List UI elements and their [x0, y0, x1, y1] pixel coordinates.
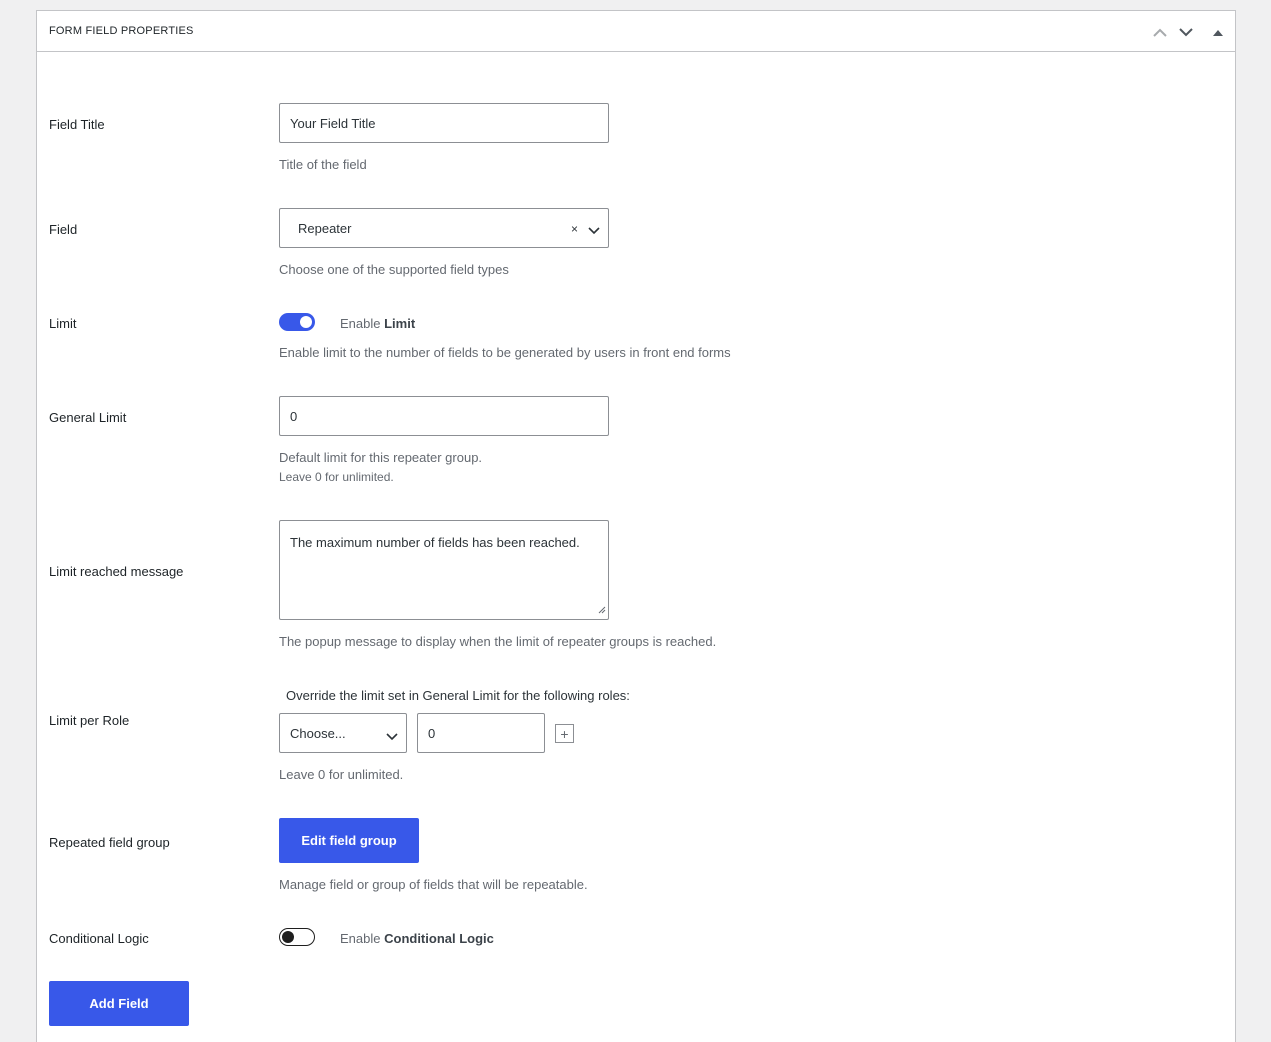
plus-icon: + [560, 725, 569, 742]
limit-message-value: The maximum number of fields has been re… [290, 535, 580, 550]
field-title-label: Field Title [49, 117, 105, 132]
general-limit-label: General Limit [49, 410, 127, 425]
field-type-select[interactable]: Repeater × [279, 208, 609, 248]
chevron-down-icon [386, 729, 398, 744]
conditional-logic-toggle[interactable] [279, 928, 315, 946]
role-select[interactable]: Choose... [279, 713, 407, 753]
field-type-description: Choose one of the supported field types [279, 262, 509, 277]
field-title-description: Title of the field [279, 157, 367, 172]
field-title-input[interactable]: Your Field Title [279, 103, 609, 143]
toggle-knob [282, 931, 294, 943]
limit-toggle[interactable] [279, 313, 315, 331]
repeated-group-label: Repeated field group [49, 835, 170, 850]
repeated-group-description: Manage field or group of fields that wil… [279, 877, 588, 892]
panel-header: FORM FIELD PROPERTIES [37, 11, 1235, 52]
general-limit-note: Leave 0 for unlimited. [279, 470, 394, 484]
limit-toggle-label: Enable Limit [340, 316, 416, 331]
clear-icon[interactable]: × [571, 222, 578, 236]
edit-field-group-button[interactable]: Edit field group [279, 818, 419, 863]
role-limit-input[interactable]: 0 [417, 713, 545, 753]
limit-per-role-note: Leave 0 for unlimited. [279, 767, 404, 782]
limit-per-role-intro: Override the limit set in General Limit … [286, 688, 630, 703]
limit-per-role-label: Limit per Role [49, 713, 130, 728]
general-limit-description: Default limit for this repeater group. [279, 450, 483, 465]
field-type-value: Repeater [298, 220, 352, 236]
chevron-down-icon [588, 223, 600, 238]
panel-title: FORM FIELD PROPERTIES [49, 25, 194, 37]
role-select-value: Choose... [290, 725, 346, 741]
toggle-knob [300, 316, 312, 328]
limit-message-description: The popup message to display when the li… [279, 634, 717, 649]
add-field-button[interactable]: Add Field [49, 981, 189, 1026]
form-field-properties-panel: FORM FIELD PROPERTIES Field Title Your F… [36, 10, 1236, 1042]
limit-message-label: Limit reached message [49, 564, 184, 579]
triangle-up-icon[interactable] [1209, 23, 1227, 41]
field-type-label: Field [49, 222, 78, 237]
conditional-logic-label: Conditional Logic [49, 931, 149, 946]
limit-message-textarea[interactable]: The maximum number of fields has been re… [279, 520, 609, 620]
limit-label: Limit [49, 316, 77, 331]
chevron-down-icon[interactable] [1177, 23, 1195, 41]
chevron-up-icon[interactable] [1151, 23, 1169, 41]
conditional-logic-toggle-label: Enable Conditional Logic [340, 931, 494, 946]
limit-description: Enable limit to the number of fields to … [279, 345, 731, 360]
resize-grip-icon[interactable] [598, 602, 606, 617]
general-limit-input[interactable]: 0 [279, 396, 609, 436]
add-role-button[interactable]: + [555, 724, 574, 743]
